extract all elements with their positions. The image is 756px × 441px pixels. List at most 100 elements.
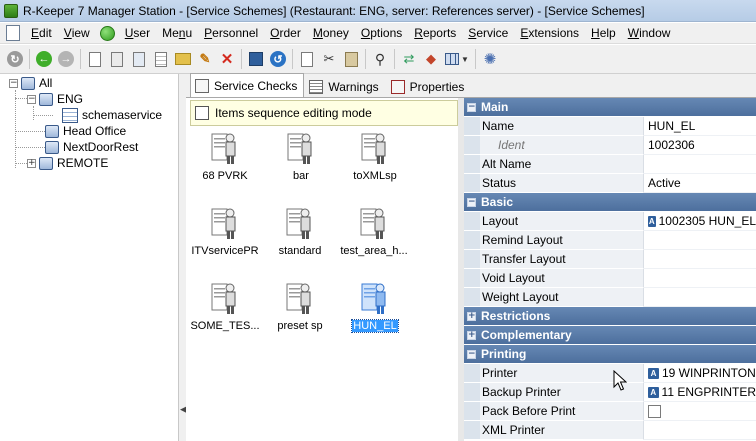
prop-value-cell[interactable]: A 19 WINPRINTON — [644, 364, 756, 383]
tree-item-all[interactable]: − All — [9, 75, 52, 91]
menu-edit[interactable]: Edit — [25, 23, 58, 44]
document-icon[interactable] — [6, 25, 20, 41]
prop-value-cell[interactable]: A 1002305 HUN_EL — [644, 212, 756, 231]
prop-value[interactable] — [644, 288, 756, 307]
scheme-item[interactable]: 68 PVRK — [186, 130, 264, 196]
prop-xml-printer[interactable]: XML Printer — [464, 421, 756, 440]
list-document-icon — [155, 51, 167, 67]
cook-icon — [286, 283, 311, 314]
cut-button[interactable]: ✂ — [319, 49, 339, 69]
prop-void-layout[interactable]: Void Layout — [464, 269, 756, 288]
prop-layout[interactable]: Layout A 1002305 HUN_EL — [464, 212, 756, 231]
prop-value-cell[interactable]: A 11 ENGPRINTER — [644, 383, 756, 402]
prop-label: XML Printer — [480, 421, 644, 440]
pack-before-print-checkbox[interactable] — [648, 404, 661, 418]
green-status-icon[interactable] — [99, 25, 115, 41]
edit-button[interactable]: ✎ — [195, 49, 215, 69]
grid-view-button[interactable]: ▼ — [443, 49, 471, 69]
paste-button[interactable] — [341, 49, 361, 69]
prop-label: Ident — [480, 136, 644, 155]
search-button[interactable]: ⚲ — [370, 49, 390, 69]
menu-window[interactable]: Window — [622, 23, 677, 44]
menu-view[interactable]: View — [58, 23, 96, 44]
prop-label: Pack Before Print — [480, 402, 644, 421]
refresh-button[interactable]: ↻ — [5, 49, 25, 69]
section-printing[interactable]: − Printing — [464, 345, 756, 364]
scheme-item[interactable]: preset sp — [261, 280, 339, 346]
scheme-item[interactable]: bar — [262, 130, 340, 196]
menu-reports[interactable]: Reports — [408, 23, 462, 44]
settings-button[interactable]: ✺ — [480, 49, 500, 69]
pane-splitter[interactable]: ◀ — [178, 74, 187, 441]
prop-value[interactable] — [644, 250, 756, 269]
prop-backup-printer[interactable]: Backup Printer A 11 ENGPRINTER — [464, 383, 756, 402]
prop-name[interactable]: Name HUN_EL — [464, 117, 756, 136]
folder-button[interactable] — [173, 49, 193, 69]
list-document-button[interactable] — [151, 49, 171, 69]
forward-button[interactable]: → — [56, 49, 76, 69]
copy-document-button[interactable] — [107, 49, 127, 69]
section-complementary[interactable]: + Complementary — [464, 326, 756, 345]
section-main[interactable]: − Main — [464, 98, 756, 117]
tree-label: All — [39, 76, 53, 90]
menu-extensions[interactable]: Extensions — [514, 23, 585, 44]
prop-value[interactable] — [644, 421, 756, 440]
expand-icon[interactable]: + — [27, 158, 36, 168]
collapse-icon[interactable]: − — [467, 349, 476, 359]
prop-value[interactable]: HUN_EL — [644, 117, 756, 136]
delete-button[interactable]: ✕ — [217, 49, 237, 69]
undo-button[interactable]: ↺ — [268, 49, 288, 69]
expand-icon[interactable]: + — [467, 330, 476, 340]
tree-item-nextdoorrest[interactable]: NextDoorRest — [45, 139, 138, 155]
prop-printer[interactable]: Printer A 19 WINPRINTON — [464, 364, 756, 383]
scheme-item[interactable]: test_area_h... — [335, 205, 413, 271]
prop-remind-layout[interactable]: Remind Layout — [464, 231, 756, 250]
menu-user[interactable]: User — [119, 23, 156, 44]
menu-help[interactable]: Help — [585, 23, 622, 44]
collapse-icon[interactable]: − — [467, 197, 476, 207]
edit-document-icon — [133, 51, 145, 67]
collapse-icon[interactable]: − — [467, 102, 476, 112]
prop-value[interactable]: Active — [644, 174, 756, 193]
tree-item-schemaservice[interactable]: schemaservice — [62, 107, 162, 123]
transfer-button[interactable]: ◆ — [421, 49, 441, 69]
menu-money[interactable]: Money — [307, 23, 355, 44]
prop-alt-name[interactable]: Alt Name — [464, 155, 756, 174]
prop-value[interactable] — [644, 269, 756, 288]
expand-icon[interactable]: + — [467, 311, 476, 321]
tree-item-remote[interactable]: + REMOTE — [27, 155, 108, 171]
prop-status[interactable]: Status Active — [464, 174, 756, 193]
prop-pack-before-print[interactable]: Pack Before Print — [464, 402, 756, 421]
tree-item-head-office[interactable]: Head Office — [45, 123, 126, 139]
copy-button[interactable] — [297, 49, 317, 69]
scheme-item[interactable]: standard — [261, 205, 339, 271]
section-restrictions[interactable]: + Restrictions — [464, 307, 756, 326]
new-document-button[interactable] — [85, 49, 105, 69]
tab-warnings[interactable]: Warnings — [304, 75, 385, 97]
menu-options[interactable]: Options — [355, 23, 408, 44]
tree-item-eng[interactable]: − ENG — [27, 91, 83, 107]
menu-personnel[interactable]: Personnel — [198, 23, 264, 44]
tree-connector — [15, 98, 27, 99]
edit-document-button[interactable] — [129, 49, 149, 69]
tab-service-checks[interactable]: Service Checks — [190, 73, 305, 97]
prop-value[interactable] — [644, 155, 756, 174]
save-button[interactable] — [246, 49, 266, 69]
back-button[interactable]: ← — [34, 49, 54, 69]
tab-properties[interactable]: Properties — [386, 75, 472, 97]
menu-menu[interactable]: Me n u — [156, 23, 198, 44]
collapse-icon[interactable]: − — [9, 78, 18, 88]
menu-order[interactable]: Order — [264, 23, 307, 44]
menu-service[interactable]: Service — [462, 23, 514, 44]
scheme-item-selected[interactable]: HUN_EL — [336, 280, 414, 346]
scheme-item[interactable]: SOME_TES... — [186, 280, 264, 346]
prop-weight-layout[interactable]: Weight Layout — [464, 288, 756, 307]
prop-value[interactable] — [644, 231, 756, 250]
prop-ident[interactable]: Ident 1002306 — [464, 136, 756, 155]
link-button[interactable]: ⇄ — [399, 49, 419, 69]
section-basic[interactable]: − Basic — [464, 193, 756, 212]
scheme-item[interactable]: toXMLsp — [336, 130, 414, 196]
prop-transfer-layout[interactable]: Transfer Layout — [464, 250, 756, 269]
scheme-item[interactable]: ITVservicePR — [186, 205, 264, 271]
collapse-icon[interactable]: − — [27, 94, 36, 104]
